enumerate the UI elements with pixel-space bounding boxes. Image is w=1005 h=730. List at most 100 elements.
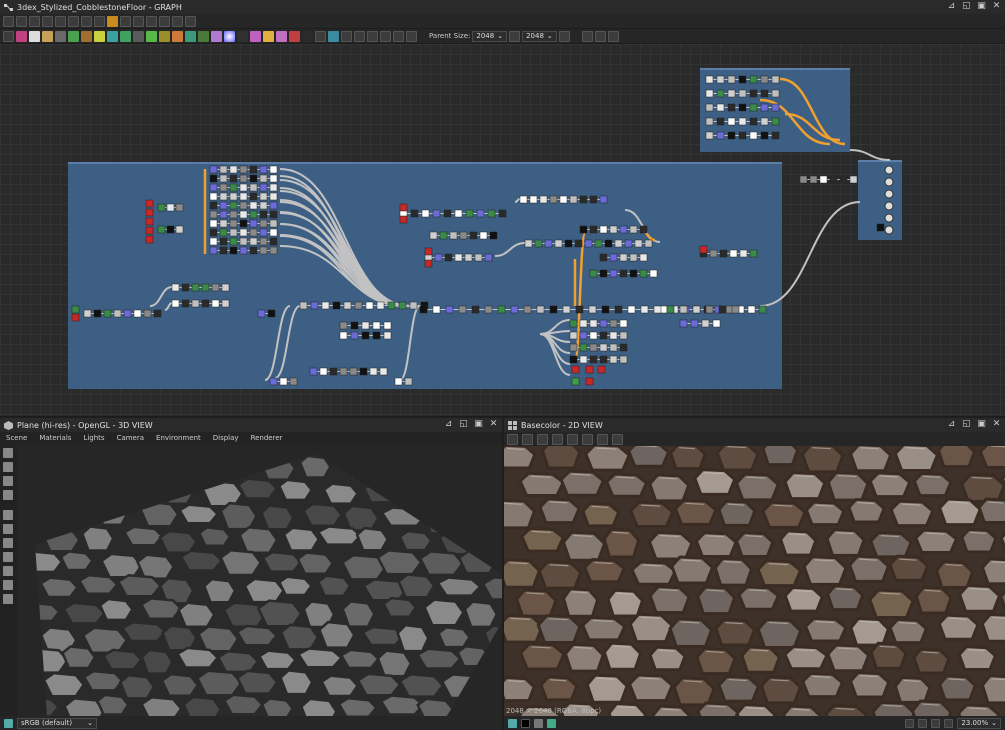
graph-node[interactable] <box>299 301 308 310</box>
graph-node[interactable] <box>269 237 278 246</box>
graph-node[interactable] <box>458 305 467 314</box>
graph-node[interactable] <box>727 117 736 126</box>
graph-node[interactable] <box>487 209 496 218</box>
info-icon[interactable] <box>597 433 608 445</box>
stats-icon[interactable] <box>3 594 13 604</box>
graph-node[interactable] <box>361 321 370 330</box>
graph-node[interactable] <box>445 305 454 314</box>
tile-icon[interactable] <box>133 30 144 42</box>
graph-node[interactable] <box>640 305 649 314</box>
graph-node[interactable] <box>614 305 623 314</box>
graph-node[interactable] <box>849 175 858 184</box>
graph-node[interactable] <box>145 226 154 235</box>
graph-node[interactable] <box>372 331 381 340</box>
text-icon[interactable] <box>263 30 274 42</box>
graph-node[interactable] <box>829 175 838 184</box>
color-wheel-icon[interactable] <box>224 30 235 42</box>
float-icon[interactable]: ◱ <box>962 2 971 11</box>
grid-icon[interactable] <box>3 15 14 27</box>
light-icon[interactable] <box>3 462 13 472</box>
histogram-icon[interactable] <box>185 30 196 42</box>
graph-node[interactable] <box>584 239 593 248</box>
menu-environment[interactable]: Environment <box>156 434 201 442</box>
graph-node[interactable] <box>157 203 166 212</box>
graph-node[interactable] <box>269 210 278 219</box>
graph-node[interactable] <box>229 219 238 228</box>
graph-node[interactable] <box>738 117 747 126</box>
graph-node[interactable] <box>666 305 675 314</box>
graph-node[interactable] <box>876 223 885 232</box>
graph-node[interactable] <box>614 239 623 248</box>
graph-node[interactable] <box>624 239 633 248</box>
copy-icon[interactable] <box>507 433 518 445</box>
graph-node[interactable] <box>229 174 238 183</box>
svg-icon[interactable] <box>302 30 313 42</box>
graph-node[interactable] <box>609 225 618 234</box>
menu-scene[interactable]: Scene <box>6 434 27 442</box>
graph-node[interactable] <box>83 309 92 318</box>
graph-node[interactable] <box>166 203 175 212</box>
bake-icon[interactable] <box>172 15 183 27</box>
graph-node[interactable] <box>599 343 608 352</box>
zoom-icon[interactable] <box>944 718 954 728</box>
output-icon[interactable] <box>328 30 339 42</box>
graph-node[interactable] <box>219 246 228 255</box>
graph-node[interactable] <box>399 215 408 224</box>
graph-node[interactable] <box>523 305 532 314</box>
graph-node[interactable] <box>259 210 268 219</box>
maximize-icon[interactable]: ▣ <box>474 420 483 429</box>
graph-node[interactable] <box>639 269 648 278</box>
graph-node[interactable] <box>510 305 519 314</box>
graph-node[interactable] <box>153 309 162 318</box>
graph-node[interactable] <box>319 367 328 376</box>
graph-node[interactable] <box>399 203 408 212</box>
layout-icon[interactable] <box>81 15 92 27</box>
input-icon[interactable] <box>341 30 352 42</box>
graph-node[interactable] <box>350 321 359 330</box>
graph-node[interactable] <box>692 305 701 314</box>
graph-node[interactable] <box>359 367 368 376</box>
graph-node[interactable] <box>209 201 218 210</box>
link-icon[interactable] <box>107 15 118 27</box>
graph-node[interactable] <box>809 175 818 184</box>
graph-node[interactable] <box>497 305 506 314</box>
fx-icon[interactable] <box>237 30 248 42</box>
graph-node[interactable] <box>609 253 618 262</box>
graph-node[interactable] <box>145 235 154 244</box>
graph-node[interactable] <box>239 237 248 246</box>
graph-node[interactable] <box>579 331 588 340</box>
graph-node[interactable] <box>175 203 184 212</box>
graph-node[interactable] <box>599 355 608 364</box>
graph-node[interactable] <box>727 103 736 112</box>
graph-node[interactable] <box>571 365 580 374</box>
zoom-field[interactable]: 23.00% ⌄ <box>957 717 1001 729</box>
tile-view-icon[interactable] <box>567 433 578 445</box>
graph-node[interactable] <box>585 377 594 386</box>
graph-node[interactable] <box>569 343 578 352</box>
graph-node[interactable] <box>758 305 767 314</box>
graph-node[interactable] <box>653 305 662 314</box>
graph-node[interactable] <box>229 246 238 255</box>
graph-node[interactable] <box>564 239 573 248</box>
graph-node[interactable] <box>609 343 618 352</box>
graph-node[interactable] <box>519 195 528 204</box>
graph-node[interactable] <box>343 301 352 310</box>
graph-node[interactable] <box>259 228 268 237</box>
graph-node[interactable] <box>398 301 407 310</box>
graph-node[interactable] <box>579 225 588 234</box>
graph-node[interactable] <box>249 210 258 219</box>
connect-icon[interactable] <box>120 15 131 27</box>
graph-node[interactable] <box>339 331 348 340</box>
graph-node[interactable] <box>289 377 298 386</box>
graph-node[interactable] <box>249 246 258 255</box>
graph-node[interactable] <box>269 165 278 174</box>
menu-camera[interactable]: Camera <box>117 434 144 442</box>
graph-node[interactable] <box>589 269 598 278</box>
graph-node[interactable] <box>705 75 714 84</box>
graph-node[interactable] <box>729 249 738 258</box>
graph-node[interactable] <box>604 239 613 248</box>
publish-icon[interactable] <box>607 30 619 42</box>
graph-node[interactable] <box>221 283 230 292</box>
graph-node[interactable] <box>760 117 769 126</box>
graph-node[interactable] <box>181 283 190 292</box>
